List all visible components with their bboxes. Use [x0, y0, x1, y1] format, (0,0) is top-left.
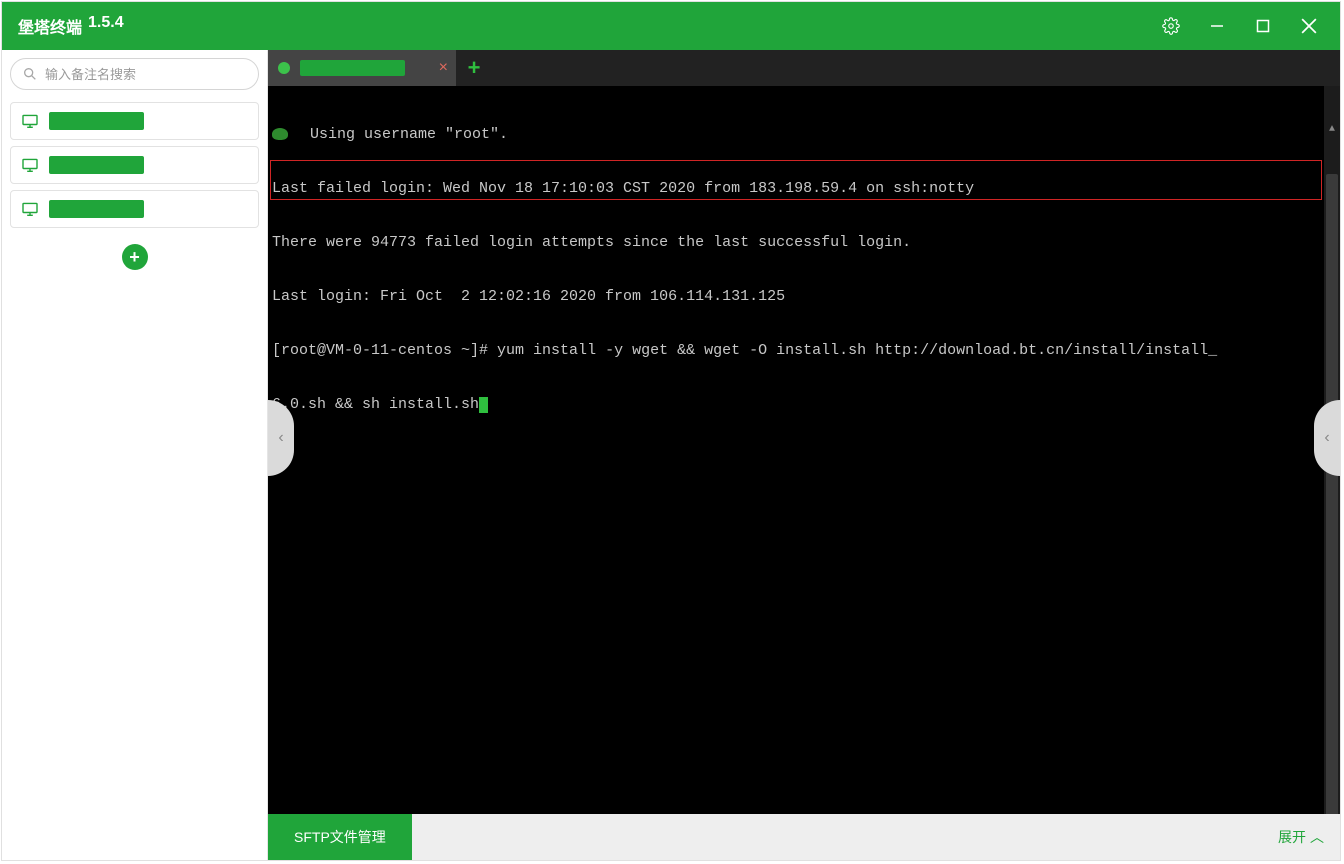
terminal-command: yum install -y wget && wget -O install.s… — [488, 342, 1217, 359]
monitor-icon — [21, 202, 39, 216]
add-host-row: + — [10, 244, 259, 270]
search-input[interactable] — [10, 58, 259, 90]
tab-bar: × + — [268, 50, 1340, 86]
body: + ‹ × + Using username "root". — [2, 50, 1340, 860]
terminal-line: Using username "root". — [272, 126, 1336, 144]
app-window: 堡塔终端 1.5.4 — [1, 1, 1341, 861]
right-panel-collapse-handle[interactable]: ‹ — [1314, 400, 1340, 476]
tab-label-redacted — [300, 60, 405, 76]
monitor-icon — [21, 158, 39, 172]
new-tab-button[interactable]: + — [456, 50, 492, 86]
close-icon — [1301, 18, 1317, 34]
expand-button[interactable]: 展开 ︿ — [1262, 814, 1340, 860]
plus-icon: + — [129, 247, 140, 268]
monitor-icon — [21, 114, 39, 128]
terminal-logo-icon — [272, 128, 288, 140]
gear-icon — [1162, 17, 1180, 35]
terminal-prompt: [root@VM-0-11-centos ~]# — [272, 342, 488, 359]
terminal[interactable]: Using username "root". Last failed login… — [268, 86, 1340, 814]
app-title: 堡塔终端 1.5.4 — [18, 14, 124, 38]
minimize-button[interactable] — [1194, 2, 1240, 50]
host-label-redacted — [49, 112, 144, 130]
plus-icon: + — [468, 55, 481, 81]
terminal-command: 6.0.sh && sh install.sh — [272, 396, 479, 413]
sidebar: + — [2, 50, 268, 860]
terminal-cursor — [479, 397, 488, 413]
status-bar: SFTP文件管理 展开 ︿ — [268, 814, 1340, 860]
search-icon — [22, 66, 38, 82]
expand-label: 展开 — [1278, 827, 1306, 847]
tab-close-button[interactable]: × — [439, 60, 448, 76]
search-wrap — [10, 58, 259, 90]
terminal-text: Using username "root". — [292, 126, 508, 143]
sidebar-host-item[interactable] — [10, 190, 259, 228]
scroll-track[interactable] — [1324, 174, 1340, 814]
terminal-line: [root@VM-0-11-centos ~]# yum install -y … — [272, 342, 1336, 360]
chevron-left-icon: ‹ — [278, 429, 283, 447]
settings-button[interactable] — [1148, 2, 1194, 50]
titlebar: 堡塔终端 1.5.4 — [2, 2, 1340, 50]
status-dot-icon — [278, 62, 290, 74]
add-host-button[interactable]: + — [122, 244, 148, 270]
chevron-left-icon: ‹ — [1324, 429, 1329, 447]
sidebar-host-item[interactable] — [10, 146, 259, 184]
close-button[interactable] — [1286, 2, 1332, 50]
scroll-thumb[interactable] — [1326, 174, 1338, 814]
terminal-line: 6.0.sh && sh install.sh — [272, 396, 1336, 414]
sidebar-host-item[interactable] — [10, 102, 259, 140]
terminal-line: There were 94773 failed login attempts s… — [272, 234, 1336, 252]
minimize-icon — [1210, 19, 1224, 33]
sftp-label: SFTP文件管理 — [294, 827, 386, 847]
host-label-redacted — [49, 200, 144, 218]
terminal-line: Last failed login: Wed Nov 18 17:10:03 C… — [272, 180, 1336, 198]
terminal-tab[interactable]: × — [268, 50, 456, 86]
app-version: 1.5.4 — [88, 14, 124, 38]
scroll-up-button[interactable]: ▲ — [1324, 122, 1340, 138]
sftp-button[interactable]: SFTP文件管理 — [268, 814, 412, 860]
maximize-icon — [1256, 19, 1270, 33]
main: × + Using username "root". Last failed l… — [268, 50, 1340, 860]
host-label-redacted — [49, 156, 144, 174]
app-name: 堡塔终端 — [18, 14, 82, 38]
chevron-up-icon: ︿ — [1310, 827, 1324, 847]
terminal-line: Last login: Fri Oct 2 12:02:16 2020 from… — [272, 288, 1336, 306]
maximize-button[interactable] — [1240, 2, 1286, 50]
